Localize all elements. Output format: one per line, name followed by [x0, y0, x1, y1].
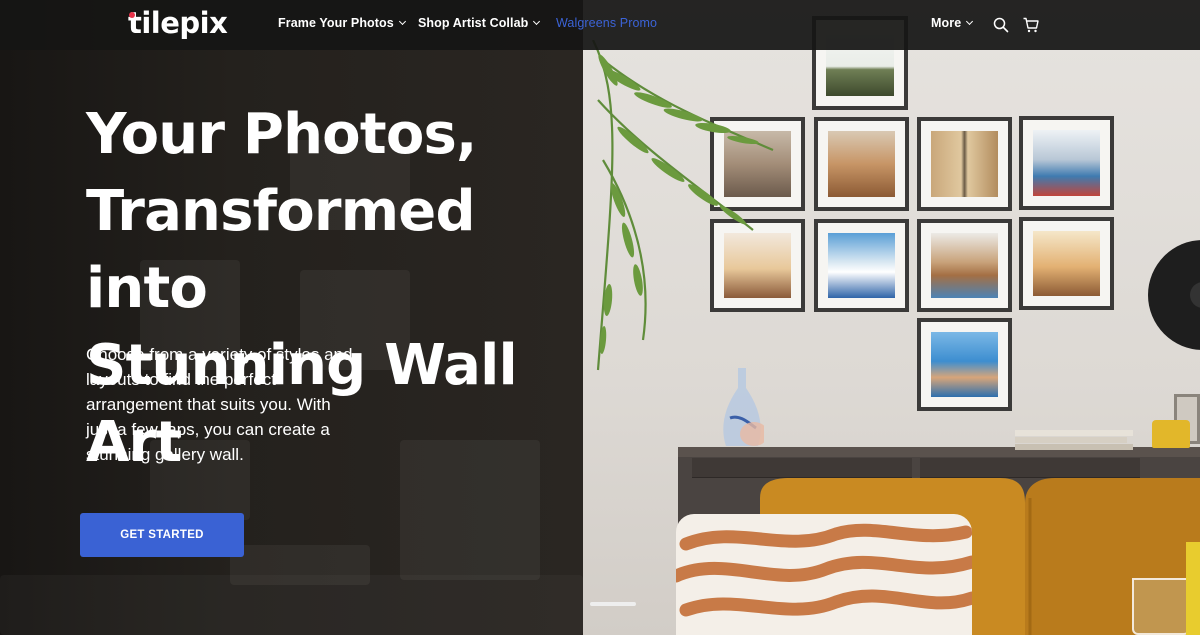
- yellow-bowl-decor: [1152, 420, 1190, 448]
- top-nav: tilepix Frame Your Photos Shop Artist Co…: [0, 0, 1200, 50]
- frame-coast-town: [917, 219, 1012, 312]
- brand-logo[interactable]: tilepix: [128, 6, 228, 40]
- yellow-object-decor: [1186, 542, 1200, 635]
- chevron-down-icon: [398, 17, 406, 26]
- get-started-button[interactable]: GET STARTED: [80, 513, 244, 557]
- frame-santorini: [814, 219, 909, 312]
- nav-item-frame-your-photos[interactable]: Frame Your Photos: [278, 16, 406, 30]
- pillow-image: [676, 514, 972, 635]
- frame-balloons: [814, 117, 909, 211]
- frame-pool: [917, 318, 1012, 411]
- nav-item-walgreens-promo[interactable]: Walgreens Promo: [556, 16, 657, 30]
- nav-item-shop-artist-collab[interactable]: Shop Artist Collab: [418, 16, 541, 30]
- nav-item-label: Walgreens Promo: [556, 16, 658, 30]
- headline-line: Transformed into: [86, 179, 476, 321]
- glass-decor: [1132, 578, 1190, 635]
- search-icon[interactable]: [992, 16, 1010, 34]
- nav-item-label: Shop Artist Collab: [418, 16, 529, 30]
- plant-image: [592, 40, 774, 371]
- chevron-down-icon: [533, 17, 541, 26]
- cart-icon[interactable]: [1022, 16, 1040, 34]
- books-decor: [1015, 430, 1133, 450]
- brand-name: tilepix: [128, 6, 228, 40]
- headline-line: Your Photos,: [86, 102, 477, 167]
- frame-sunset-friends: [1019, 217, 1114, 310]
- nav-item-label: Frame Your Photos: [278, 16, 394, 30]
- logo-dot-icon: [129, 12, 135, 18]
- nav-item-more[interactable]: More: [931, 16, 974, 30]
- slider-indicator[interactable]: [590, 602, 636, 606]
- nav-item-label: More: [931, 16, 962, 30]
- sideboard-drawer: [692, 458, 912, 478]
- vase-decor: [723, 368, 764, 446]
- frame-eiffel: [917, 117, 1012, 211]
- chevron-down-icon: [966, 17, 974, 26]
- sideboard-drawer: [920, 458, 1140, 478]
- hero-subtext: Choose from a variety of styles and layo…: [86, 345, 353, 464]
- frame-boats: [1019, 116, 1114, 210]
